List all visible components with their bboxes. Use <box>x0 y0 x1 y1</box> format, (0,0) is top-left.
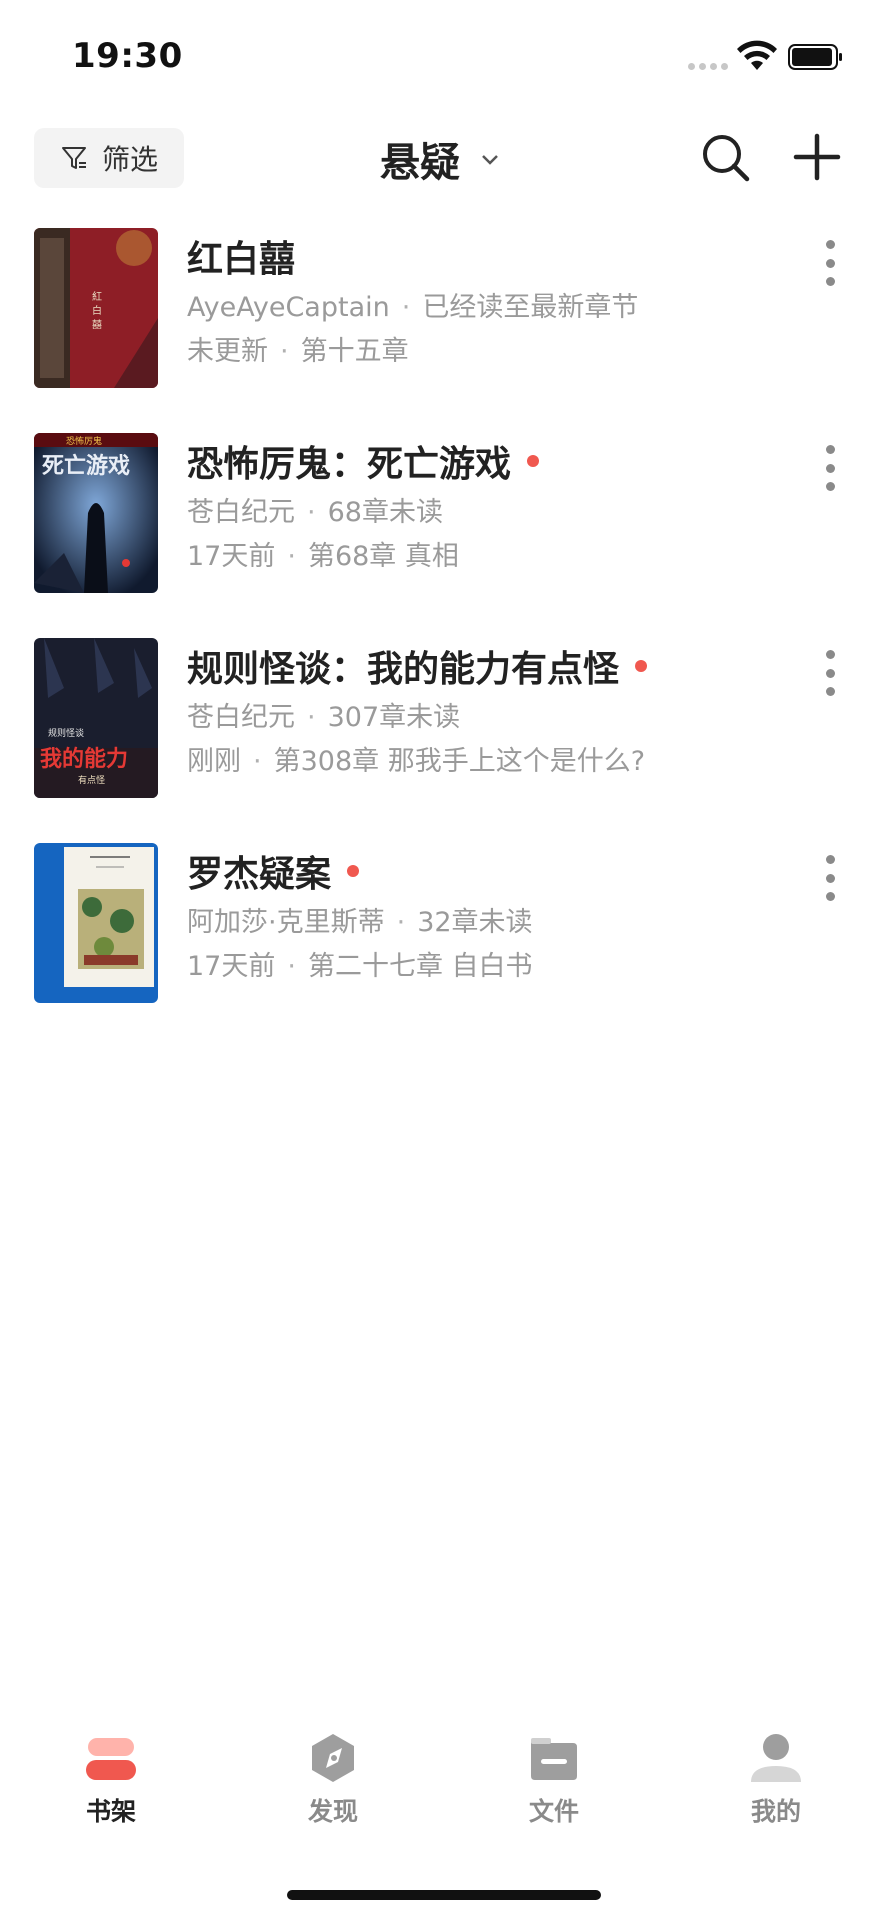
bookshelf-icon <box>86 1738 136 1780</box>
svg-text:死亡游戏: 死亡游戏 <box>42 453 130 479</box>
book-author: 阿加莎·克里斯蒂 <box>187 907 385 938</box>
book-meta-line2: 刚刚 · 第308章 那我手上这个是什么? <box>187 746 646 777</box>
tab-bar: 书架 发现 文件 我的 <box>0 1730 887 1850</box>
book-cover[interactable]: 规则怪谈 我的能力 有点怪 <box>34 638 158 798</box>
book-info: 规则怪谈：我的能力有点怪 苍白纪元 · 307章未读 刚刚 · 第308章 那我手上这个… <box>187 638 787 784</box>
compass-icon <box>312 1734 354 1782</box>
update-dot <box>527 455 540 467</box>
page-title: 悬疑 <box>380 140 460 186</box>
book-author: AyeAyeCaptain <box>187 292 390 323</box>
tab-profile[interactable]: 我的 <box>716 1730 836 1828</box>
book-read-status: 32章未读 <box>417 907 533 938</box>
wifi-icon <box>737 40 777 70</box>
book-info: 恐怖厉鬼：死亡游戏 苍白纪元 · 68章未读 17天前 · 第68章 真相 <box>187 433 787 579</box>
book-author: 苍白纪元 <box>187 497 295 528</box>
book-cover[interactable]: 恐怖厉鬼 死亡游戏 <box>34 433 158 593</box>
svg-text:恐怖厉鬼: 恐怖厉鬼 <box>66 435 102 447</box>
cellular-signal-icon <box>688 63 728 70</box>
more-options-icon[interactable] <box>820 240 840 286</box>
book-info: 红白囍 AyeAyeCaptain · 已经读至最新章节 未更新 · 第十五章 <box>187 228 787 374</box>
book-updated: 未更新 <box>187 336 268 367</box>
update-dot <box>635 660 648 672</box>
book-meta-line1: AyeAyeCaptain · 已经读至最新章节 <box>187 292 639 323</box>
svg-text:囍: 囍 <box>92 318 102 331</box>
search-icon[interactable] <box>700 132 752 184</box>
book-meta-line2: 17天前 · 第二十七章 自白书 <box>187 951 533 982</box>
tab-label: 文件 <box>528 1797 579 1826</box>
category-selector[interactable]: 悬疑 <box>380 130 500 188</box>
book-chapter: 第68章 真相 <box>307 541 459 572</box>
book-cover[interactable]: 紅 白 囍 <box>34 228 158 388</box>
tab-files[interactable]: 文件 <box>494 1730 614 1828</box>
book-chapter: 第二十七章 自白书 <box>307 951 533 982</box>
book-meta-line2: 未更新 · 第十五章 <box>187 336 409 367</box>
book-list: 紅 白 囍 红白囍 AyeAyeCaptain · 已经读至最新章节 未更新 · 第十五… <box>0 228 887 1048</box>
book-read-status: 已经读至最新章节 <box>422 292 639 323</box>
book-read-status: 68章未读 <box>327 497 443 528</box>
tab-label: 我的 <box>750 1797 801 1826</box>
filter-icon <box>61 147 86 169</box>
header: 筛选 悬疑 <box>0 120 887 220</box>
book-chapter: 第十五章 <box>300 336 409 367</box>
update-dot <box>347 865 360 877</box>
book-title: 罗杰疑案 <box>187 854 332 895</box>
book-meta-line1: 苍白纪元 · 68章未读 <box>187 497 443 528</box>
book-meta-line1: 阿加莎·克里斯蒂 · 32章未读 <box>187 907 533 938</box>
book-item[interactable]: 规则怪谈 我的能力 有点怪 规则怪谈：我的能力有点怪 苍白纪元 · 307章未读 刚… <box>0 638 887 843</box>
book-updated: 17天前 <box>187 541 276 572</box>
status-bar: 19:30 <box>0 0 887 110</box>
filter-label: 筛选 <box>101 143 158 176</box>
filter-button[interactable]: 筛选 <box>34 128 184 188</box>
chevron-down-icon <box>482 155 498 165</box>
book-title: 恐怖厉鬼：死亡游戏 <box>187 444 512 485</box>
book-info: 罗杰疑案 阿加莎·克里斯蒂 · 32章未读 17天前 · 第二十七章 自白书 <box>187 843 787 989</box>
tab-label: 书架 <box>85 1797 136 1826</box>
add-icon[interactable] <box>792 132 842 182</box>
more-options-icon[interactable] <box>820 855 840 901</box>
home-indicator[interactable] <box>287 1890 601 1900</box>
book-cover[interactable] <box>34 843 158 1003</box>
tab-label: 发现 <box>307 1797 358 1826</box>
book-item[interactable]: 紅 白 囍 红白囍 AyeAyeCaptain · 已经读至最新章节 未更新 · 第十五… <box>0 228 887 433</box>
book-title: 红白囍 <box>187 239 296 280</box>
svg-text:规则怪谈: 规则怪谈 <box>48 727 84 739</box>
user-icon <box>751 1734 801 1782</box>
book-item[interactable]: 恐怖厉鬼 死亡游戏 恐怖厉鬼：死亡游戏 苍白纪元 · 68章未读 17天前 · 第68章… <box>0 433 887 638</box>
battery-icon <box>788 44 842 70</box>
book-updated: 17天前 <box>187 951 276 982</box>
book-meta-line2: 17天前 · 第68章 真相 <box>187 541 459 572</box>
book-updated: 刚刚 <box>187 746 241 777</box>
book-author: 苍白纪元 <box>187 702 295 733</box>
book-item[interactable]: 罗杰疑案 阿加莎·克里斯蒂 · 32章未读 17天前 · 第二十七章 自白书 <box>0 843 887 1048</box>
tab-bookshelf[interactable]: 书架 <box>51 1730 171 1828</box>
bookshelf-screen: 19:30 筛选 悬疑 紅 白 囍 红白囍 AyeAyeCaptain · 已经… <box>0 0 887 1920</box>
book-meta-line1: 苍白纪元 · 307章未读 <box>187 702 461 733</box>
more-options-icon[interactable] <box>820 650 840 696</box>
svg-text:有点怪: 有点怪 <box>78 774 105 786</box>
status-time: 19:30 <box>72 36 183 76</box>
book-chapter: 第308章 那我手上这个是什么? <box>273 746 646 777</box>
svg-text:白: 白 <box>92 304 102 317</box>
svg-text:紅: 紅 <box>92 291 102 303</box>
book-title: 规则怪谈：我的能力有点怪 <box>187 649 620 690</box>
more-options-icon[interactable] <box>820 445 840 491</box>
svg-text:我的能力: 我的能力 <box>40 746 128 772</box>
folder-icon <box>531 1738 577 1780</box>
book-read-status: 307章未读 <box>327 702 461 733</box>
tab-discover[interactable]: 发现 <box>273 1730 393 1828</box>
